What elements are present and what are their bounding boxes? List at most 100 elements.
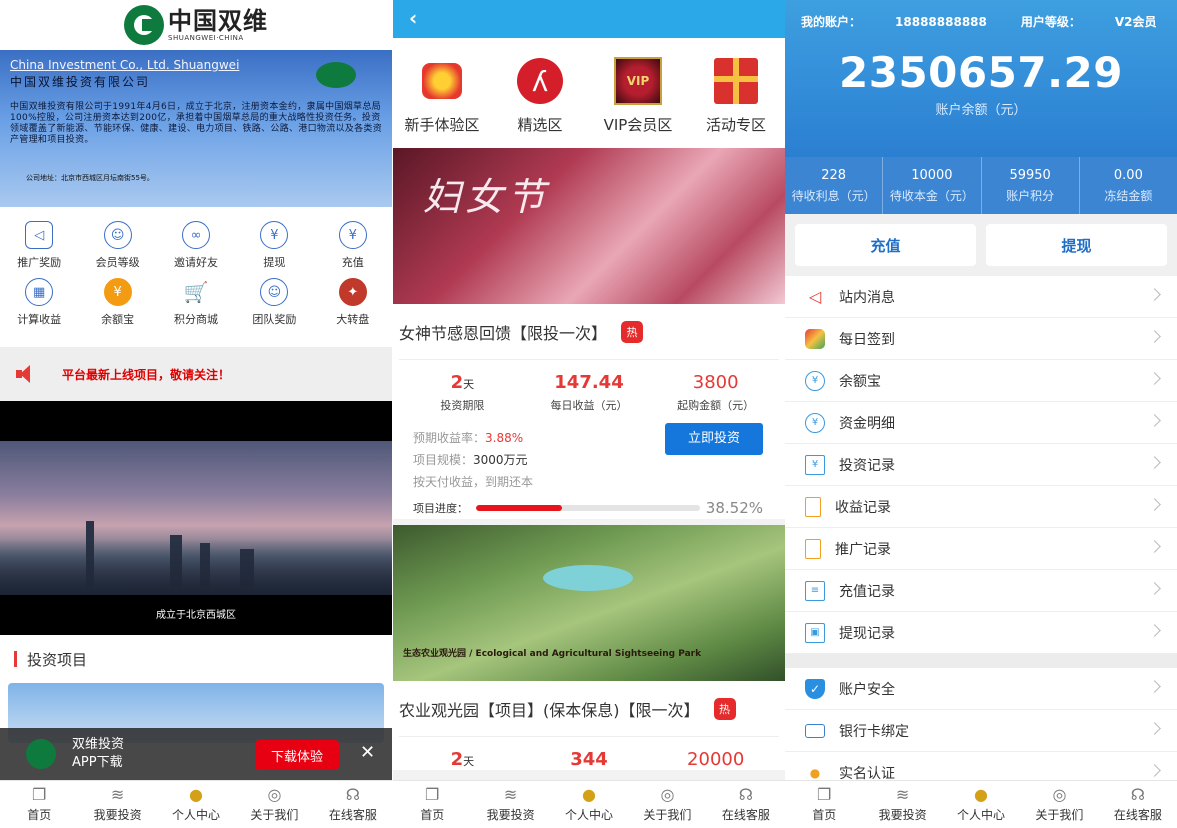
- grid-item-lucky-wheel[interactable]: ✦ 大转盘: [314, 278, 392, 327]
- menu-item-recharge-records[interactable]: ≡ 充值记录: [785, 570, 1177, 612]
- chevron-right-icon: [1148, 680, 1161, 693]
- invest-panel: ‹ 新手体验区 ʎ 精选区 VIP VIP会员区 活动专区 妇女节 女神节感恩回…: [393, 0, 785, 828]
- farm-park-banner[interactable]: 生态农业观光园 / Ecological and Agricultural Si…: [393, 525, 785, 681]
- money-bag-icon: ●: [582, 785, 596, 804]
- scale-value: 3000万元: [473, 453, 528, 467]
- company-banner[interactable]: China Investment Co., Ltd. Shuangwei 中国双…: [0, 50, 392, 207]
- app-logo-icon: [26, 739, 56, 769]
- grid-item-calculate-earnings[interactable]: ▦ 计算收益: [0, 278, 78, 327]
- tab-home[interactable]: ❐ 首页: [393, 781, 471, 828]
- security-menu: ✓ 账户安全 银行卡绑定 ● 实名认证: [785, 668, 1177, 794]
- tab-profile[interactable]: ● 个人中心: [157, 781, 235, 828]
- tab-about[interactable]: ◎ 关于我们: [235, 781, 313, 828]
- grid-item-invite-friends[interactable]: ∞ 邀请好友: [157, 221, 235, 270]
- menu-label: 提现记录: [839, 625, 895, 642]
- grid-item-recharge[interactable]: ¥ 充值: [314, 221, 392, 270]
- newbie-gift-icon: [422, 63, 462, 99]
- product-card[interactable]: 农业观光园【项目】(保本保息)【限一次】 热 2天 344 20000: [393, 681, 785, 770]
- close-icon[interactable]: ✕: [360, 742, 375, 763]
- tab-profile[interactable]: ● 个人中心: [550, 781, 628, 828]
- category-vip[interactable]: VIP VIP会员区: [589, 38, 687, 148]
- chevron-right-icon: [1148, 456, 1161, 469]
- menu-item-earnings-records[interactable]: 收益记录: [785, 486, 1177, 528]
- term-value: 2: [450, 372, 464, 393]
- grid-item-label: 余额宝: [101, 313, 135, 326]
- chevron-right-icon: [1148, 764, 1161, 777]
- chevron-right-icon: [1148, 372, 1161, 385]
- notice-bar[interactable]: 平台最新上线项目，敬请关注！: [0, 347, 392, 401]
- download-button[interactable]: 下载体验: [255, 740, 339, 770]
- tab-invest[interactable]: ≋ 我要投资: [471, 781, 549, 828]
- invest-now-button[interactable]: 立即投资: [665, 423, 763, 455]
- shuangwei-logo-icon: [124, 5, 164, 45]
- stat-frozen: 0.00 冻结金额: [1080, 157, 1177, 214]
- menu-item-messages[interactable]: ◁ 站内消息: [785, 276, 1177, 318]
- profile-panel: 我的账户： 18888888888 用户等级： V2会员 2350657.29 账户…: [785, 0, 1177, 828]
- tab-about[interactable]: ◎ 关于我们: [1020, 781, 1098, 828]
- grid-item-withdraw[interactable]: ¥ 提现: [235, 221, 313, 270]
- grid-item-yuebao[interactable]: ¥ 余额宝: [78, 278, 156, 327]
- tab-invest[interactable]: ≋ 我要投资: [863, 781, 941, 828]
- video-caption: 成立于北京西城区: [156, 610, 236, 621]
- grid-item-member-level[interactable]: ☺ 会员等级: [78, 221, 156, 270]
- banner-logo-icon: [316, 62, 356, 88]
- tab-home[interactable]: ❐ 首页: [785, 781, 863, 828]
- grid-item-team-reward[interactable]: ☺ 团队奖励: [235, 278, 313, 327]
- menu-item-checkin[interactable]: 每日签到: [785, 318, 1177, 360]
- product-card[interactable]: 女神节感恩回馈【限投一次】 热 2天 投资期限 147.44 每日收益（元） 3…: [393, 304, 785, 519]
- daily-label: 每日收益（元）: [550, 399, 628, 412]
- tab-support[interactable]: ☊ 在线客服: [1099, 781, 1177, 828]
- term-label: 投资期限: [440, 399, 485, 412]
- company-video[interactable]: 成立于北京西城区: [0, 401, 392, 635]
- menu-item-invest-records[interactable]: ¥ 投资记录: [785, 444, 1177, 486]
- tab-support[interactable]: ☊ 在线客服: [314, 781, 392, 828]
- menu-item-fund-details[interactable]: ¥ 资金明细: [785, 402, 1177, 444]
- app-download-bar: 双维投资 APP下载 下载体验 ✕: [0, 728, 392, 780]
- stat-value: 59950: [1009, 167, 1051, 183]
- withdraw-button[interactable]: 提现: [986, 224, 1167, 266]
- chevron-right-icon: [1148, 288, 1161, 301]
- category-newbie[interactable]: 新手体验区: [393, 38, 491, 148]
- menu-item-yuebao[interactable]: ¥ 余额宝: [785, 360, 1177, 402]
- home-icon: ❐: [32, 785, 47, 804]
- menu-label: 站内消息: [839, 289, 895, 306]
- tab-invest[interactable]: ≋ 我要投资: [78, 781, 156, 828]
- menu-item-promotion-records[interactable]: 推广记录: [785, 528, 1177, 570]
- menu-item-account-security[interactable]: ✓ 账户安全: [785, 668, 1177, 710]
- section-title: 投资项目: [0, 635, 392, 683]
- menu-label: 银行卡绑定: [839, 723, 909, 740]
- function-grid: ◁ 推广奖励 ☺ 会员等级 ∞ 邀请好友 ¥ 提现 ¥ 充值 ▦ 计算收益 ¥ 余额宝 🛒 积分…: [0, 207, 392, 331]
- tab-label: 我要投资: [486, 808, 535, 822]
- category-row: 新手体验区 ʎ 精选区 VIP VIP会员区 活动专区: [393, 38, 785, 148]
- category-events[interactable]: 活动专区: [687, 38, 785, 148]
- balance-label: 账户余额（元）: [935, 103, 1027, 118]
- recharge-button[interactable]: 充值: [795, 224, 976, 266]
- tab-profile[interactable]: ● 个人中心: [942, 781, 1020, 828]
- back-icon[interactable]: ‹: [409, 6, 417, 30]
- progress-percent: 38.52%: [705, 499, 763, 517]
- grid-item-points-mall[interactable]: 🛒 积分商城: [157, 278, 235, 327]
- grid-item-label: 计算收益: [17, 313, 62, 326]
- stat-pending-interest: 228 待收利息（元）: [785, 157, 884, 214]
- tab-home[interactable]: ❐ 首页: [0, 781, 78, 828]
- grid-item-label: 推广奖励: [17, 256, 62, 269]
- product-title: 女神节感恩回馈【限投一次】 热: [399, 304, 779, 360]
- bank-card-icon: [805, 723, 825, 738]
- checkin-icon: [805, 328, 825, 349]
- speaker-icon: [14, 363, 36, 385]
- menu-item-withdraw-records[interactable]: ▣ 提现记录: [785, 612, 1177, 654]
- category-label: 新手体验区: [404, 116, 480, 134]
- menu-item-bank-card[interactable]: 银行卡绑定: [785, 710, 1177, 752]
- members-icon: ☺: [103, 221, 132, 249]
- logo-en-text: SHUANGWEI·CHINA: [168, 33, 244, 42]
- layers-icon: ≋: [503, 785, 518, 804]
- grid-item-label: 积分商城: [173, 313, 218, 326]
- document-icon: [805, 538, 821, 559]
- category-featured[interactable]: ʎ 精选区: [491, 38, 589, 148]
- womens-day-banner[interactable]: 妇女节: [393, 148, 785, 304]
- category-label: VIP会员区: [603, 116, 673, 134]
- tab-support[interactable]: ☊ 在线客服: [707, 781, 785, 828]
- grid-item-promotion-reward[interactable]: ◁ 推广奖励: [0, 221, 78, 270]
- tab-label: 首页: [420, 808, 445, 822]
- tab-about[interactable]: ◎ 关于我们: [628, 781, 706, 828]
